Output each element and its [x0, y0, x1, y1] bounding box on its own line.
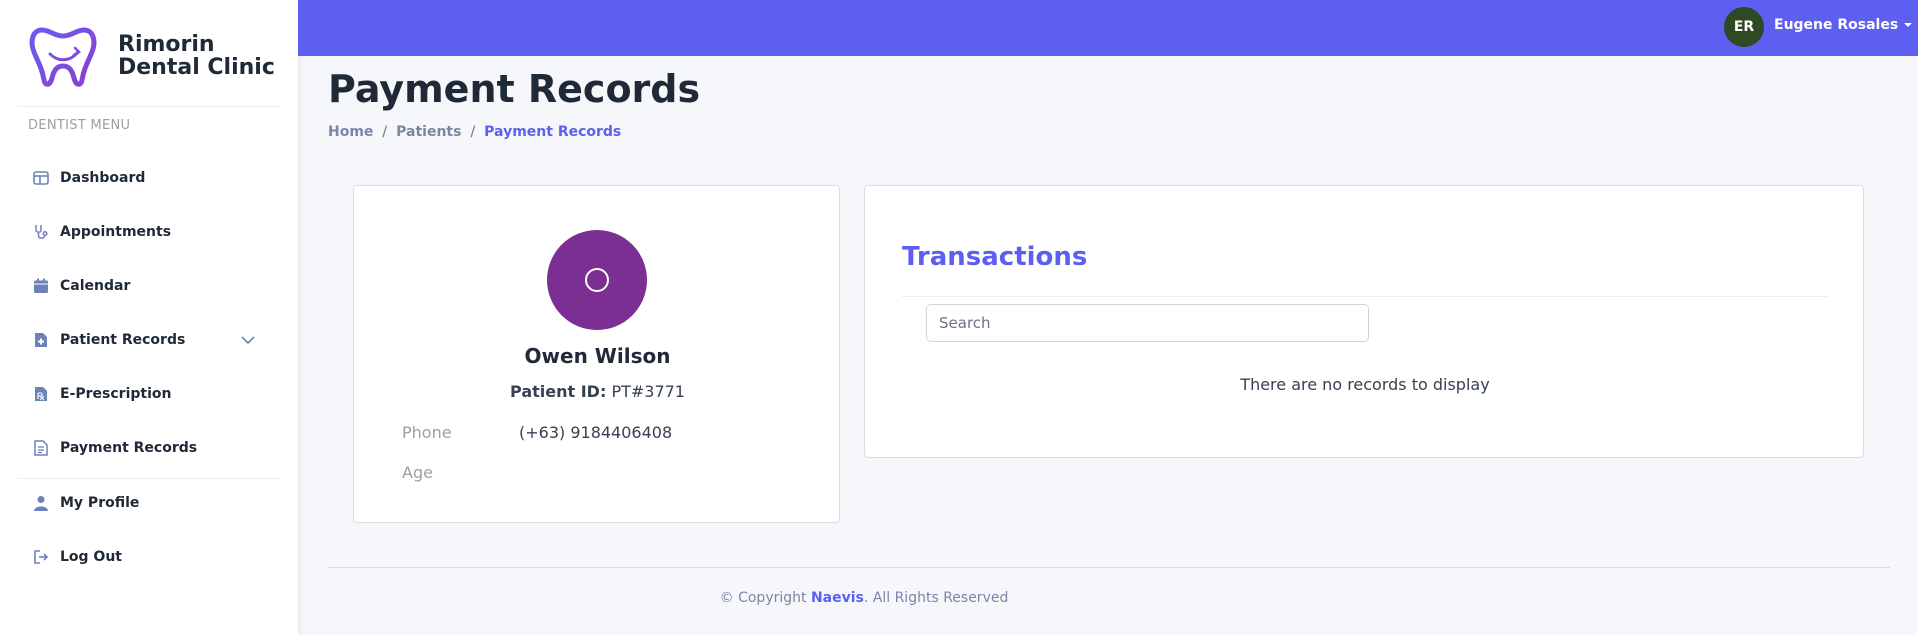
breadcrumb-home[interactable]: Home — [328, 124, 373, 140]
receipt-icon — [32, 439, 50, 457]
sidebar-item-payment-records[interactable]: Payment Records — [18, 428, 280, 468]
sidebar-item-calendar[interactable]: Calendar — [18, 266, 280, 306]
empty-state-message: There are no records to display — [1240, 375, 1490, 394]
user-avatar[interactable]: ER — [1724, 7, 1764, 47]
footer: © Copyright Naevis. All Rights Reserved — [328, 590, 1400, 606]
footer-copyright: © Copyright — [719, 590, 807, 606]
prescription-icon — [32, 385, 50, 403]
sidebar-item-my-profile[interactable]: My Profile — [18, 483, 280, 523]
topbar: ER Eugene Rosales — [298, 0, 1918, 56]
transactions-divider — [902, 296, 1828, 297]
brand-name-line2: Dental Clinic — [118, 55, 275, 80]
phone-value: (+63) 9184406408 — [519, 423, 673, 442]
sidebar-divider — [18, 478, 280, 479]
transactions-card: Transactions There are no records to dis… — [864, 185, 1864, 458]
sidebar-item-e-prescription[interactable]: E-Prescription — [18, 374, 280, 414]
breadcrumb: Home / Patients / Payment Records — [328, 124, 621, 140]
page-title: Payment Records — [328, 67, 701, 111]
sidebar-item-label: Payment Records — [60, 440, 198, 456]
brand[interactable]: Rimorin Dental Clinic — [28, 24, 282, 88]
dashboard-icon — [32, 169, 50, 187]
sidebar-item-label: E-Prescription — [60, 386, 172, 402]
sidebar: Rimorin Dental Clinic DENTIST MENU Dashb… — [0, 0, 298, 635]
footer-brand: Naevis — [810, 590, 864, 606]
phone-label: Phone — [402, 423, 452, 442]
patient-id-label: Patient ID: — [510, 382, 607, 401]
breadcrumb-separator: / — [470, 124, 476, 140]
sidebar-item-label: Log Out — [60, 549, 122, 565]
user-name: Eugene Rosales — [1774, 17, 1899, 33]
breadcrumb-patients[interactable]: Patients — [396, 124, 461, 140]
search-input[interactable] — [926, 304, 1369, 342]
patient-avatar — [547, 230, 647, 330]
brand-name: Rimorin Dental Clinic — [118, 33, 275, 79]
transactions-title: Transactions — [902, 242, 1088, 272]
sidebar-divider — [18, 106, 280, 107]
user-menu-toggle[interactable]: Eugene Rosales — [1774, 17, 1913, 33]
sidebar-item-label: My Profile — [60, 495, 140, 511]
sidebar-item-label: Appointments — [60, 224, 172, 240]
stethoscope-icon — [32, 223, 50, 241]
age-label: Age — [402, 463, 433, 482]
sidebar-item-patient-records[interactable]: Patient Records — [18, 320, 280, 360]
chevron-down-icon[interactable] — [240, 332, 256, 348]
sidebar-heading: DENTIST MENU — [28, 118, 131, 133]
sidebar-item-log-out[interactable]: Log Out — [18, 537, 280, 577]
file-medical-icon — [32, 331, 50, 349]
sidebar-item-label: Calendar — [60, 278, 131, 294]
brand-name-line1: Rimorin — [118, 32, 215, 57]
sidebar-item-dashboard[interactable]: Dashboard — [18, 158, 280, 198]
logout-icon — [32, 548, 50, 566]
avatar-placeholder-icon — [585, 268, 609, 292]
footer-rights: . All Rights Reserved — [863, 590, 1009, 606]
caret-down-icon — [1904, 23, 1913, 27]
patient-profile-card: Owen Wilson Patient ID: PT#3771 Phone (+… — [353, 185, 840, 523]
sidebar-item-label: Dashboard — [60, 170, 146, 186]
user-icon — [32, 494, 50, 512]
patient-id-value: PT#3771 — [611, 382, 685, 401]
footer-divider — [328, 567, 1890, 568]
patient-name: Owen Wilson — [524, 344, 671, 368]
tooth-logo-icon — [29, 27, 97, 87]
sidebar-item-label: Patient Records — [60, 332, 186, 348]
breadcrumb-separator: / — [382, 124, 388, 140]
breadcrumb-current: Payment Records — [484, 124, 622, 140]
patient-id: Patient ID: PT#3771 — [354, 382, 841, 401]
sidebar-item-appointments[interactable]: Appointments — [18, 212, 280, 252]
calendar-icon — [32, 277, 50, 295]
